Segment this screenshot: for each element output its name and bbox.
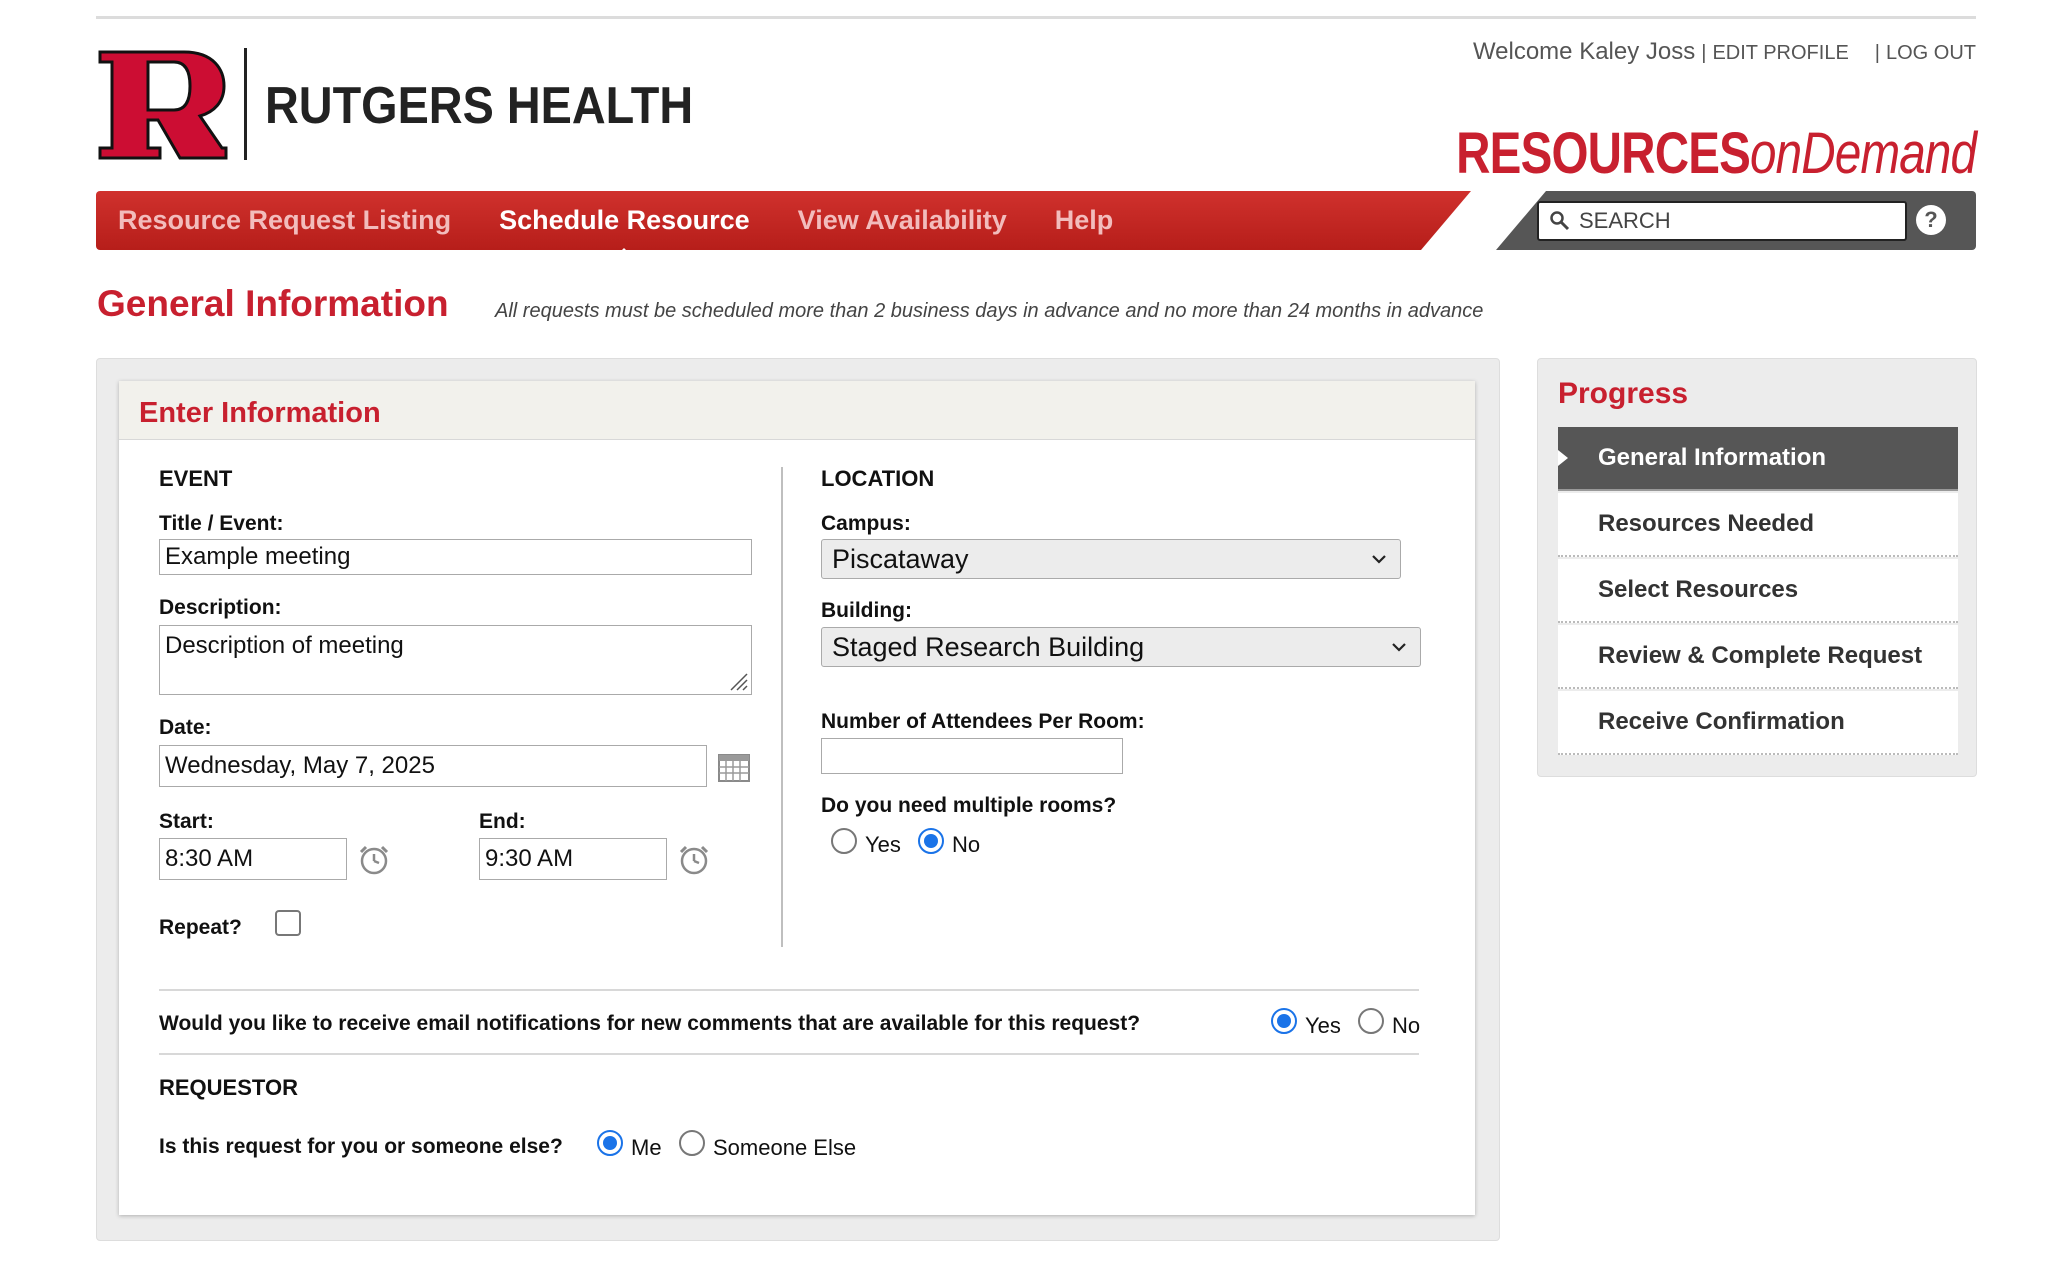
attendees-input[interactable]: [821, 738, 1123, 774]
card-title: Enter Information: [139, 397, 381, 429]
divider-line: [159, 1053, 1419, 1055]
date-label: Date:: [159, 716, 212, 739]
requestor-me-label: Me: [631, 1135, 662, 1160]
requestor-someone-else-label: Someone Else: [713, 1135, 857, 1160]
start-time-input[interactable]: 8:30 AM: [159, 838, 347, 880]
top-border: [96, 0, 1976, 19]
separator: |: [1701, 42, 1707, 64]
page-title: General Information: [97, 283, 449, 324]
step-review-complete-request[interactable]: Review & Complete Request: [1558, 625, 1958, 689]
building-select[interactable]: Staged Research Building: [821, 627, 1421, 667]
start-label: Start:: [159, 810, 214, 833]
description-textarea[interactable]: Description of meeting: [159, 625, 752, 695]
event-section-label: EVENT: [159, 466, 233, 491]
brand-name: RUTGERS HEALTH: [265, 77, 694, 135]
user-bar: Welcome Kaley Joss | EDIT PROFILE | LOG …: [1473, 38, 1976, 66]
requestor-section-label: REQUESTOR: [159, 1075, 298, 1100]
notify-yes-radio[interactable]: [1271, 1008, 1297, 1034]
repeat-label: Repeat?: [159, 916, 242, 939]
welcome-text: Welcome Kaley Joss: [1472, 38, 1696, 65]
notify-no-radio[interactable]: [1358, 1008, 1384, 1034]
main-nav: Resource Request Listing Schedule Resour…: [96, 191, 1976, 256]
requestor-someone-else-radio[interactable]: [679, 1130, 705, 1156]
divider-line: [159, 989, 1419, 991]
nav-schedule-resource[interactable]: Schedule Resource: [499, 205, 750, 256]
notification-question: Would you like to receive email notifica…: [159, 1012, 1141, 1035]
building-label: Building:: [821, 599, 912, 622]
requestor-me-radio[interactable]: [597, 1130, 623, 1156]
search-box: [1537, 201, 1907, 241]
search-input[interactable]: [1577, 207, 1901, 235]
enter-information-card: Enter Information EVENT Title / Event: E…: [119, 381, 1475, 1215]
nav-resource-request-listing[interactable]: Resource Request Listing: [118, 205, 451, 236]
product-name-italic: onDemand: [1749, 121, 1977, 186]
multiple-rooms-label: Do you need multiple rooms?: [821, 794, 1117, 817]
chevron-down-icon: [1372, 555, 1386, 564]
page-subtitle: All requests must be scheduled more than…: [495, 300, 1484, 322]
separator: |: [1874, 42, 1880, 64]
campus-select[interactable]: Piscataway: [821, 539, 1401, 579]
notify-yes-label: Yes: [1305, 1013, 1341, 1038]
end-time-input[interactable]: 9:30 AM: [479, 838, 667, 880]
nav-items: Resource Request Listing Schedule Resour…: [118, 191, 1161, 256]
notify-no-label: No: [1392, 1013, 1421, 1038]
step-receive-confirmation[interactable]: Receive Confirmation: [1558, 691, 1958, 755]
log-out-link[interactable]: LOG OUT: [1886, 42, 1976, 65]
search-icon: [1550, 211, 1570, 231]
card-header: Enter Information: [119, 381, 1475, 440]
logo-divider: [244, 48, 247, 160]
progress-title: Progress: [1558, 377, 1689, 410]
edit-profile-link[interactable]: EDIT PROFILE: [1712, 42, 1848, 65]
form-panel: Enter Information EVENT Title / Event: E…: [96, 358, 1500, 1241]
location-section-label: LOCATION: [821, 466, 935, 491]
repeat-checkbox[interactable]: [275, 910, 301, 936]
step-general-information[interactable]: General Information: [1558, 427, 1958, 491]
step-select-resources[interactable]: Select Resources: [1558, 559, 1958, 623]
title-label: Title / Event:: [159, 512, 284, 535]
chevron-down-icon: [1392, 643, 1406, 652]
help-icon[interactable]: ?: [1916, 205, 1946, 235]
progress-steps: General Information Resources Needed Sel…: [1558, 427, 1958, 757]
multiple-rooms-yes-radio[interactable]: [831, 828, 857, 854]
campus-label: Campus:: [821, 512, 911, 535]
resources-on-demand-logo: RESOURCESonDemand: [1455, 121, 1977, 186]
title-input[interactable]: Example meeting: [159, 539, 752, 575]
calendar-icon[interactable]: [717, 753, 751, 783]
progress-panel: Progress General Information Resources N…: [1537, 358, 1977, 777]
description-label: Description:: [159, 596, 282, 619]
rutgers-r-logo: [98, 50, 228, 160]
column-divider: [781, 467, 783, 947]
step-resources-needed[interactable]: Resources Needed: [1558, 493, 1958, 557]
multiple-rooms-no-label: No: [952, 832, 981, 857]
description-value: Description of meeting: [165, 632, 404, 659]
nav-view-availability[interactable]: View Availability: [798, 205, 1007, 236]
resize-grip-icon[interactable]: [727, 670, 749, 692]
building-value: Staged Research Building: [832, 631, 1145, 662]
multiple-rooms-no-radio[interactable]: [918, 828, 944, 854]
nav-help[interactable]: Help: [1055, 205, 1114, 236]
requestor-question: Is this request for you or someone else?: [159, 1135, 563, 1158]
date-input[interactable]: Wednesday, May 7, 2025: [159, 745, 707, 787]
clock-icon[interactable]: [357, 843, 391, 877]
end-label: End:: [479, 810, 526, 833]
campus-value: Piscataway: [832, 543, 969, 574]
attendees-label: Number of Attendees Per Room:: [821, 710, 1145, 733]
multiple-rooms-yes-label: Yes: [865, 832, 901, 857]
product-name-bold: RESOURCES: [1455, 121, 1751, 186]
clock-icon[interactable]: [677, 843, 711, 877]
